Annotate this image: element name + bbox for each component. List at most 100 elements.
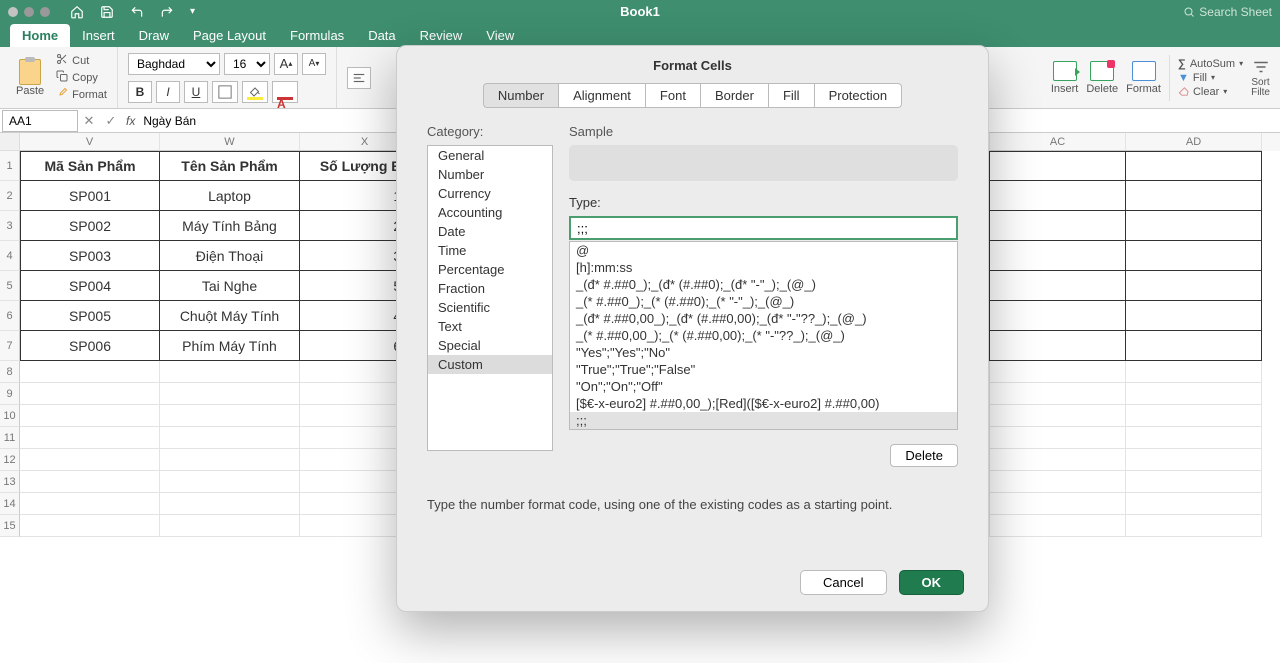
cell[interactable]: Chuột Máy Tính bbox=[160, 301, 300, 331]
tab-view[interactable]: View bbox=[474, 24, 526, 47]
fill-button[interactable]: ▼Fill▾ bbox=[1178, 72, 1243, 84]
copy-button[interactable]: Copy bbox=[56, 70, 107, 85]
cut-button[interactable]: Cut bbox=[56, 53, 107, 68]
cell[interactable] bbox=[20, 493, 160, 515]
insert-cells-button[interactable]: Insert bbox=[1051, 61, 1079, 95]
cell[interactable] bbox=[990, 449, 1126, 471]
cell[interactable] bbox=[160, 427, 300, 449]
cell[interactable]: SP005 bbox=[20, 301, 160, 331]
category-item[interactable]: Fraction bbox=[428, 279, 552, 298]
row-header[interactable]: 7 bbox=[0, 331, 20, 361]
dialog-tab-number[interactable]: Number bbox=[483, 83, 559, 108]
format-painter-button[interactable]: Format bbox=[56, 87, 107, 102]
cell[interactable]: Phím Máy Tính bbox=[160, 331, 300, 361]
cell[interactable] bbox=[20, 515, 160, 537]
col-header-w[interactable]: W bbox=[160, 133, 300, 151]
cell[interactable]: SP001 bbox=[20, 181, 160, 211]
cell[interactable] bbox=[990, 301, 1126, 331]
dialog-tab-protection[interactable]: Protection bbox=[815, 83, 903, 108]
shrink-font-button[interactable]: A▾ bbox=[302, 53, 326, 75]
delete-cells-button[interactable]: Delete bbox=[1086, 61, 1118, 95]
row-header[interactable]: 9 bbox=[0, 383, 20, 405]
font-name-select[interactable]: Baghdad bbox=[128, 53, 220, 75]
cell[interactable]: SP003 bbox=[20, 241, 160, 271]
enter-formula-button[interactable]: ✓ bbox=[100, 110, 122, 132]
row-header[interactable]: 15 bbox=[0, 515, 20, 537]
type-item[interactable]: _(đ* #.##0,00_);_(đ* (#.##0,00);_(đ* "-"… bbox=[570, 310, 957, 327]
row-header[interactable]: 13 bbox=[0, 471, 20, 493]
type-item[interactable]: _(đ* #.##0_);_(đ* (#.##0);_(đ* "-"_);_(@… bbox=[570, 276, 957, 293]
type-item[interactable]: [$€-x-euro2] #.##0,00_);[Red]([$€-x-euro… bbox=[570, 395, 957, 412]
cell[interactable] bbox=[1126, 331, 1262, 361]
type-item[interactable]: [h]:mm:ss bbox=[570, 259, 957, 276]
category-item[interactable]: Currency bbox=[428, 184, 552, 203]
row-header[interactable]: 1 bbox=[0, 151, 20, 181]
type-item[interactable]: _(* #.##0,00_);_(* (#.##0,00);_(* "-"??_… bbox=[570, 327, 957, 344]
tab-home[interactable]: Home bbox=[10, 24, 70, 47]
cell[interactable] bbox=[1126, 427, 1262, 449]
home-icon[interactable] bbox=[70, 5, 84, 19]
row-header[interactable]: 10 bbox=[0, 405, 20, 427]
cell[interactable] bbox=[990, 151, 1126, 181]
redo-icon[interactable] bbox=[160, 5, 174, 19]
category-item[interactable]: Time bbox=[428, 241, 552, 260]
underline-button[interactable]: U bbox=[184, 81, 208, 103]
tab-page-layout[interactable]: Page Layout bbox=[181, 24, 278, 47]
cell[interactable]: Máy Tính Bảng bbox=[160, 211, 300, 241]
cell[interactable] bbox=[990, 241, 1126, 271]
cell[interactable] bbox=[990, 211, 1126, 241]
cell[interactable] bbox=[1126, 471, 1262, 493]
cell[interactable] bbox=[990, 405, 1126, 427]
cell[interactable] bbox=[990, 331, 1126, 361]
bold-button[interactable]: B bbox=[128, 81, 152, 103]
cell[interactable]: Tên Sản Phẩm bbox=[160, 151, 300, 181]
sort-filter-button[interactable]: SortFilte bbox=[1251, 58, 1270, 98]
cell[interactable]: Tai Nghe bbox=[160, 271, 300, 301]
type-list[interactable]: @[h]:mm:ss_(đ* #.##0_);_(đ* (#.##0);_(đ*… bbox=[569, 241, 958, 430]
undo-icon[interactable] bbox=[130, 5, 144, 19]
close-icon[interactable] bbox=[8, 7, 18, 17]
cell[interactable] bbox=[990, 383, 1126, 405]
maximize-icon[interactable] bbox=[40, 7, 50, 17]
fx-icon[interactable]: fx bbox=[126, 114, 135, 128]
name-box[interactable] bbox=[2, 110, 78, 132]
cancel-formula-button[interactable]: ✕ bbox=[78, 110, 100, 132]
cell[interactable] bbox=[990, 515, 1126, 537]
clear-button[interactable]: Clear▾ bbox=[1178, 86, 1243, 98]
type-item[interactable]: @ bbox=[570, 242, 957, 259]
search-sheet[interactable]: Search Sheet bbox=[1183, 5, 1272, 19]
select-all-corner[interactable] bbox=[0, 133, 20, 151]
dialog-tab-border[interactable]: Border bbox=[701, 83, 769, 108]
minimize-icon[interactable] bbox=[24, 7, 34, 17]
category-item[interactable]: Date bbox=[428, 222, 552, 241]
cell[interactable] bbox=[990, 427, 1126, 449]
type-item[interactable]: _(* #.##0_);_(* (#.##0);_(* "-"_);_(@_) bbox=[570, 293, 957, 310]
paste-button[interactable]: Paste bbox=[10, 57, 50, 99]
tab-data[interactable]: Data bbox=[356, 24, 407, 47]
cell[interactable]: Mã Sản Phẩm bbox=[20, 151, 160, 181]
cell[interactable]: SP006 bbox=[20, 331, 160, 361]
autosum-button[interactable]: ∑AutoSum▾ bbox=[1178, 58, 1243, 70]
cancel-button[interactable]: Cancel bbox=[800, 570, 886, 595]
cell[interactable] bbox=[1126, 515, 1262, 537]
category-item[interactable]: Special bbox=[428, 336, 552, 355]
cell[interactable] bbox=[1126, 361, 1262, 383]
category-item[interactable]: Scientific bbox=[428, 298, 552, 317]
italic-button[interactable]: I bbox=[156, 81, 180, 103]
category-item[interactable]: Percentage bbox=[428, 260, 552, 279]
row-header[interactable]: 6 bbox=[0, 301, 20, 331]
tab-insert[interactable]: Insert bbox=[70, 24, 127, 47]
align-left-button[interactable] bbox=[347, 67, 371, 89]
cell[interactable] bbox=[1126, 271, 1262, 301]
ok-button[interactable]: OK bbox=[899, 570, 965, 595]
cell[interactable] bbox=[1126, 151, 1262, 181]
font-size-select[interactable]: 16 bbox=[224, 53, 270, 75]
cell[interactable] bbox=[20, 427, 160, 449]
type-input[interactable] bbox=[569, 216, 958, 240]
category-item[interactable]: Accounting bbox=[428, 203, 552, 222]
cell[interactable] bbox=[20, 383, 160, 405]
format-cells-button[interactable]: Format bbox=[1126, 61, 1161, 95]
row-header[interactable]: 14 bbox=[0, 493, 20, 515]
type-item[interactable]: "Yes";"Yes";"No" bbox=[570, 344, 957, 361]
border-button[interactable] bbox=[212, 81, 238, 103]
